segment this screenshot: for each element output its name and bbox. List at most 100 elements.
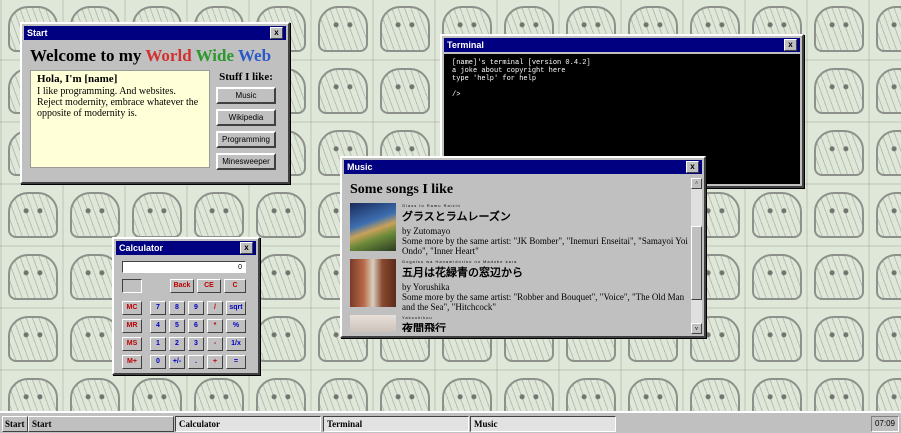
wallpaper-tile bbox=[8, 316, 58, 362]
terminal-titlebar[interactable]: Terminal x bbox=[444, 38, 800, 52]
calculator-key[interactable]: sqrt bbox=[226, 301, 246, 315]
calculator-key[interactable]: = bbox=[226, 355, 246, 369]
calculator-key[interactable]: 4 bbox=[150, 319, 166, 333]
album-cover-image bbox=[350, 315, 396, 332]
calculator-key[interactable]: - bbox=[207, 337, 223, 351]
terminal-line: a joke about copyright here bbox=[452, 67, 566, 75]
memory-key[interactable]: MS bbox=[122, 337, 142, 351]
music-window[interactable]: Music x Some songs I like Glass to Ramu … bbox=[340, 156, 706, 338]
start-window[interactable]: Start x Welcome to my World Wide Web pag… bbox=[20, 22, 290, 184]
calculator-key[interactable]: 7 bbox=[150, 301, 166, 315]
calculator-key[interactable]: +/- bbox=[169, 355, 185, 369]
scroll-up-icon[interactable]: ^ bbox=[691, 178, 702, 189]
minesweeper-button[interactable]: Minesweeper bbox=[216, 153, 276, 170]
song-title: グラスとラムレーズン bbox=[402, 210, 511, 223]
calculator-key[interactable]: 9 bbox=[188, 301, 204, 315]
song-title: 五月は花緑青の窓辺から bbox=[402, 266, 523, 279]
calculator-key[interactable]: . bbox=[188, 355, 204, 369]
wallpaper-tile bbox=[256, 254, 306, 300]
wallpaper-tile bbox=[256, 316, 306, 362]
calculator-titlebar[interactable]: Calculator x bbox=[116, 241, 256, 255]
scroll-thumb[interactable] bbox=[691, 226, 702, 300]
song-artist: by Yorushika bbox=[402, 282, 450, 292]
calculator-key[interactable]: + bbox=[207, 355, 223, 369]
wallpaper-tile bbox=[132, 192, 182, 238]
calculator-key[interactable]: 2 bbox=[169, 337, 185, 351]
close-icon[interactable]: x bbox=[686, 161, 699, 173]
programming-button[interactable]: Programming bbox=[216, 131, 276, 148]
welcome-web: Web bbox=[237, 46, 272, 65]
wallpaper-tile bbox=[876, 192, 901, 238]
music-titlebar[interactable]: Music x bbox=[344, 160, 702, 174]
wallpaper-tile bbox=[194, 192, 244, 238]
c-button[interactable]: C bbox=[224, 279, 246, 293]
taskbar-item-calculator[interactable]: Calculator bbox=[175, 416, 321, 432]
wallpaper-tile bbox=[318, 6, 368, 52]
memory-key[interactable]: MC bbox=[122, 301, 142, 315]
start-titlebar[interactable]: Start x bbox=[24, 26, 286, 40]
wallpaper-tile bbox=[70, 192, 120, 238]
wallpaper-tile bbox=[876, 254, 901, 300]
calculator-key[interactable]: 1 bbox=[150, 337, 166, 351]
music-scrollbar[interactable]: ^ v bbox=[691, 178, 702, 334]
wallpaper-tile bbox=[8, 192, 58, 238]
wallpaper-tile bbox=[752, 316, 802, 362]
taskbar-item-music[interactable]: Music bbox=[470, 416, 616, 432]
calculator-key[interactable]: % bbox=[226, 319, 246, 333]
calculator-key[interactable]: 8 bbox=[169, 301, 185, 315]
ce-button[interactable]: CE bbox=[197, 279, 221, 293]
wallpaper-tile bbox=[380, 68, 430, 114]
calculator-key[interactable]: / bbox=[207, 301, 223, 315]
taskbar-item-terminal[interactable]: Terminal bbox=[323, 416, 469, 432]
music-content: Some songs I like Glass to Ramu Raizin グ… bbox=[346, 178, 690, 332]
list-item: Yakouhikou 夜間飛行 bbox=[346, 313, 690, 332]
calculator-key[interactable]: * bbox=[207, 319, 223, 333]
calculator-key[interactable]: 6 bbox=[188, 319, 204, 333]
scroll-down-icon[interactable]: v bbox=[691, 323, 702, 334]
close-icon[interactable]: x bbox=[270, 27, 283, 39]
wallpaper-tile bbox=[380, 6, 430, 52]
memory-key[interactable]: MR bbox=[122, 319, 142, 333]
wallpaper-tile bbox=[318, 68, 368, 114]
welcome-prefix: Welcome to my bbox=[30, 46, 146, 65]
calculator-key[interactable]: 5 bbox=[169, 319, 185, 333]
wallpaper-tile bbox=[814, 6, 864, 52]
terminal-prompt[interactable]: /> bbox=[452, 91, 792, 99]
song-title: 夜間飛行 bbox=[402, 322, 446, 333]
wikipedia-button[interactable]: Wikipedia bbox=[216, 109, 276, 126]
terminal-line: [name]'s terminal [version 0.4.2] bbox=[452, 59, 591, 67]
song-more: Some more by the same artist: "JK Bomber… bbox=[402, 236, 688, 256]
start-menu-button[interactable]: Start bbox=[2, 416, 28, 432]
calculator-key[interactable]: 0 bbox=[150, 355, 166, 369]
clock: 07:09 bbox=[871, 416, 899, 432]
wallpaper-tile bbox=[876, 6, 901, 52]
album-cover-image bbox=[350, 259, 396, 307]
song-more: Some more by the same artist: "Robber an… bbox=[402, 292, 685, 312]
list-item: Glass to Ramu Raizin グラスとラムレーズン by Zutom… bbox=[346, 201, 690, 256]
wallpaper-tile bbox=[8, 254, 58, 300]
close-icon[interactable]: x bbox=[240, 242, 253, 254]
wallpaper-tile bbox=[256, 192, 306, 238]
wallpaper-tile bbox=[752, 192, 802, 238]
likes-panel: Stuff I like: Music Wikipedia Programmin… bbox=[216, 70, 276, 175]
about-box: Hola, I'm [name] I like programming. And… bbox=[30, 70, 210, 168]
calculator-title: Calculator bbox=[119, 243, 164, 253]
about-heading: Hola, I'm [name] bbox=[37, 73, 118, 85]
taskbar: Start Start Calculator Terminal Music 07… bbox=[0, 411, 901, 433]
terminal-title: Terminal bbox=[447, 40, 484, 50]
calculator-key[interactable]: 3 bbox=[188, 337, 204, 351]
taskbar-item-start[interactable]: Start bbox=[28, 416, 174, 432]
list-item: Gogatsu wa Hanamidorino no Madobe kara 五… bbox=[346, 257, 690, 312]
close-icon[interactable]: x bbox=[784, 39, 797, 51]
music-button[interactable]: Music bbox=[216, 87, 276, 104]
calculator-window[interactable]: Calculator x 0 Back CE C MC 7 8 9/sqrt MR 4 5 6… bbox=[112, 237, 260, 375]
music-title: Music bbox=[347, 162, 373, 172]
back-button[interactable]: Back bbox=[170, 279, 194, 293]
wallpaper-tile bbox=[876, 316, 901, 362]
wallpaper-tile bbox=[814, 192, 864, 238]
wallpaper-tile bbox=[752, 254, 802, 300]
wallpaper-tile bbox=[814, 68, 864, 114]
calculator-key[interactable]: 1/x bbox=[226, 337, 246, 351]
memory-key[interactable]: M+ bbox=[122, 355, 142, 369]
